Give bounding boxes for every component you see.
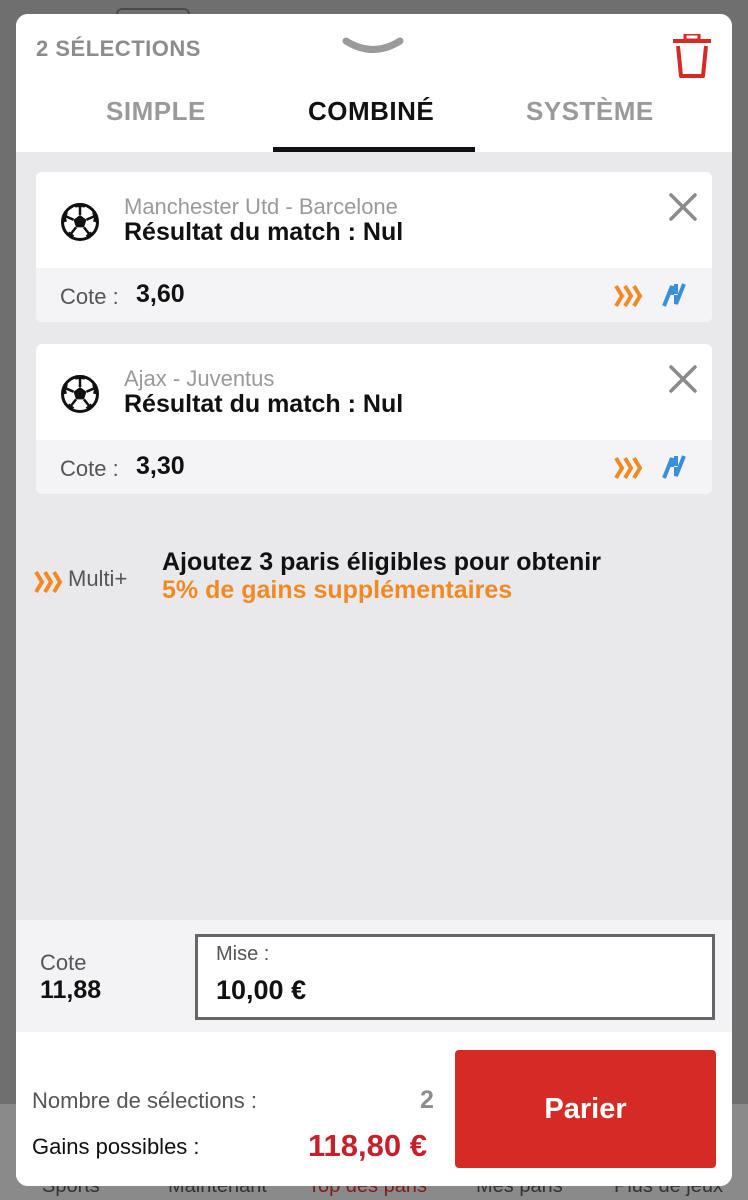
total-odds-label: Cote bbox=[40, 950, 87, 975]
multi-plus-label: Multi+ bbox=[68, 566, 128, 591]
multi-plus-message: Ajoutez 3 paris éligibles pour obtenir bbox=[162, 548, 601, 576]
multi-plus-icon bbox=[614, 284, 644, 313]
cashout-swap-icon[interactable] bbox=[660, 454, 688, 485]
selection-count-label: Nombre de sélections : bbox=[32, 1088, 257, 1113]
odds-label: Cote : bbox=[60, 456, 119, 481]
multi-plus-icon bbox=[614, 456, 644, 485]
potential-gains-label: Gains possibles : bbox=[32, 1134, 200, 1159]
close-icon[interactable] bbox=[668, 192, 698, 227]
selection-card: Manchester Utd - Barcelone Résultat du m… bbox=[36, 172, 712, 322]
odds-value: 3,30 bbox=[136, 452, 185, 480]
soccer-ball-icon bbox=[60, 374, 100, 419]
tab-systeme[interactable]: SYSTÈME bbox=[526, 96, 654, 127]
trash-icon[interactable] bbox=[672, 32, 712, 83]
odds-value: 3,60 bbox=[136, 280, 185, 308]
multi-plus-bonus: 5% de gains supplémentaires bbox=[162, 576, 513, 604]
soccer-ball-icon bbox=[60, 202, 100, 247]
stake-label: Mise : bbox=[216, 943, 270, 965]
tab-combine[interactable]: COMBINÉ bbox=[308, 96, 434, 127]
place-bet-button[interactable]: Parier bbox=[455, 1050, 716, 1168]
chevron-down-icon[interactable] bbox=[342, 36, 404, 63]
stake-field[interactable]: Mise : bbox=[195, 934, 715, 1020]
stake-area: Cote 11,88 Mise : bbox=[16, 920, 732, 1032]
selection-count: 2 SÉLECTIONS bbox=[36, 36, 201, 61]
potential-gains-value: 118,80 € bbox=[308, 1128, 427, 1163]
tab-simple[interactable]: SIMPLE bbox=[106, 96, 206, 127]
selection-odds-row: Cote : 3,30 bbox=[36, 440, 712, 494]
cashout-swap-icon[interactable] bbox=[660, 282, 688, 313]
selection-count-value: 2 bbox=[420, 1086, 434, 1114]
selection-odds-row: Cote : 3,60 bbox=[36, 268, 712, 322]
close-icon[interactable] bbox=[668, 364, 698, 399]
bet-summary: Nombre de sélections : 2 Gains possibles… bbox=[16, 1032, 732, 1186]
stake-input[interactable] bbox=[216, 975, 676, 1006]
selections-area: Manchester Utd - Barcelone Résultat du m… bbox=[16, 152, 732, 920]
multi-plus-promo: Multi+ Ajoutez 3 paris éligibles pour ob… bbox=[16, 544, 732, 624]
market-selection: Résultat du match : Nul bbox=[124, 218, 404, 246]
selection-card: Ajax - Juventus Résultat du match : Nul … bbox=[36, 344, 712, 494]
multi-plus-icon bbox=[34, 570, 64, 599]
total-odds-value: 11,88 bbox=[40, 976, 102, 1004]
odds-label: Cote : bbox=[60, 284, 119, 309]
betslip-header: 2 SÉLECTIONS SIMPLE COMBINÉ SYSTÈME bbox=[16, 14, 732, 152]
betslip-sheet: 2 SÉLECTIONS SIMPLE COMBINÉ SYSTÈME Manc… bbox=[16, 14, 732, 1186]
match-name: Manchester Utd - Barcelone bbox=[124, 194, 398, 219]
market-selection: Résultat du match : Nul bbox=[124, 390, 404, 418]
match-name: Ajax - Juventus bbox=[124, 366, 275, 391]
